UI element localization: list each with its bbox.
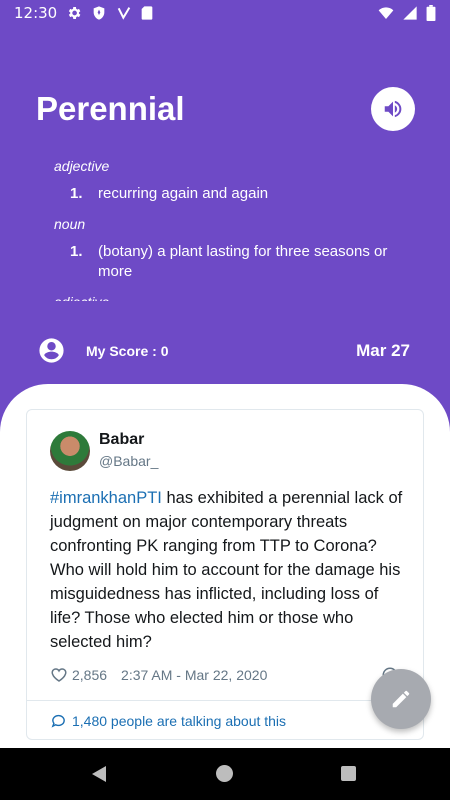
wifi-icon xyxy=(378,7,394,19)
tweet-timestamp[interactable]: 2:37 AM - Mar 22, 2020 xyxy=(121,667,267,683)
score-label: My Score : 0 xyxy=(86,343,169,359)
part-of-speech: adjective xyxy=(54,158,110,174)
definition-group: adjective xyxy=(54,294,414,301)
back-icon[interactable] xyxy=(90,765,108,783)
word-title: Perennial xyxy=(36,90,185,127)
heart-icon[interactable] xyxy=(50,666,68,684)
divider xyxy=(27,700,423,701)
conversation-text: 1,480 people are talking about this xyxy=(72,712,287,729)
recents-icon[interactable] xyxy=(341,766,356,781)
tweet-author-handle[interactable]: @Babar_ xyxy=(99,453,161,469)
home-icon[interactable] xyxy=(216,765,233,782)
speech-bubble-icon xyxy=(51,714,65,728)
pencil-icon xyxy=(392,690,410,708)
definition-number: 1. xyxy=(70,243,83,260)
definition-text: recurring again and again xyxy=(98,185,269,202)
status-bar: 12:30 xyxy=(0,0,450,28)
tweet-author-name[interactable]: Babar xyxy=(99,431,144,449)
definition-text: (botany) a plant lasting for three seaso… xyxy=(98,243,388,280)
tweet-text: #imrankhanPTI has exhibited a perennial … xyxy=(50,486,405,654)
score-row: My Score : 0 Mar 27 xyxy=(0,333,450,369)
hashtag-link[interactable]: #imrankhanPTI xyxy=(50,489,162,507)
definition-group: noun 1. (botany) a plant lasting for thr… xyxy=(54,216,414,282)
definition-number: 1. xyxy=(70,185,83,202)
avatar[interactable] xyxy=(50,431,90,471)
tweet-card[interactable]: Babar @Babar_ #imrankhanPTI has exhibite… xyxy=(26,409,424,740)
account-icon[interactable] xyxy=(37,336,66,365)
conversation-link[interactable]: 1,480 people are talking about this xyxy=(50,712,286,729)
tweet-meta: 2,856 2:37 AM - Mar 22, 2020 xyxy=(50,665,267,685)
battery-icon xyxy=(426,5,436,21)
definition-group: adjective 1. recurring again and again xyxy=(54,158,414,204)
speaker-icon xyxy=(384,100,402,118)
pronounce-button[interactable] xyxy=(371,87,415,131)
shield-icon xyxy=(93,6,105,20)
v-icon xyxy=(117,7,131,20)
definitions-list[interactable]: adjective 1. recurring again and again n… xyxy=(54,158,414,301)
date-label: Mar 27 xyxy=(356,341,410,360)
part-of-speech: adjective xyxy=(54,294,414,301)
definition-item: 1. (botany) a plant lasting for three se… xyxy=(54,242,414,282)
edit-fab-button[interactable] xyxy=(371,669,431,729)
sd-card-icon xyxy=(141,6,153,20)
signal-icon xyxy=(403,6,417,20)
tweet-body: has exhibited a perennial lack of judgme… xyxy=(50,489,403,651)
word-header: Perennial adjective 1. recurring again a… xyxy=(0,28,450,398)
definition-item: 1. recurring again and again xyxy=(54,184,414,204)
part-of-speech: noun xyxy=(54,216,86,232)
navigation-bar xyxy=(0,748,450,800)
like-count: 2,856 xyxy=(72,667,108,683)
status-time: 12:30 xyxy=(14,4,58,22)
gear-icon xyxy=(68,7,81,19)
status-right-icons xyxy=(378,5,436,21)
